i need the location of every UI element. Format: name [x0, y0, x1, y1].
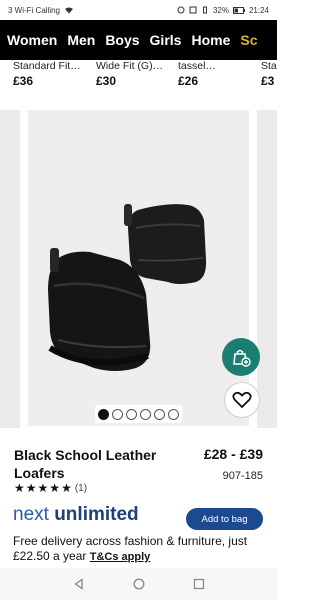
alarm-icon — [177, 6, 185, 14]
star-icon: ★ — [49, 481, 61, 495]
heart-icon — [232, 391, 252, 409]
product-image-gallery[interactable] — [0, 98, 277, 428]
previous-image-peek[interactable] — [0, 110, 20, 428]
nav-women[interactable]: Women — [7, 32, 57, 48]
system-navigation-bar — [0, 568, 277, 600]
related-product-card[interactable]: Standard Fit… £36 — [13, 60, 93, 88]
wifi-icon — [65, 7, 74, 14]
product-title: Black School Leather Loafers — [14, 447, 157, 481]
star-icon: ★ — [25, 481, 37, 495]
status-left: 3 Wi-Fi Calling — [8, 6, 74, 15]
nav-girls[interactable]: Girls — [150, 32, 182, 48]
nfc-icon — [189, 6, 197, 14]
nav-home[interactable]: Home — [191, 32, 230, 48]
nav-men[interactable]: Men — [67, 32, 95, 48]
next-unlimited-logo: next unlimited — [13, 504, 139, 526]
product-rating[interactable]: ★ ★ ★ ★ ★ (1) — [14, 482, 87, 494]
related-product-card[interactable]: Sta £3 — [261, 60, 277, 88]
add-unlimited-to-bag-button[interactable]: Add to bag — [186, 508, 263, 530]
image-pagination-dots — [95, 405, 182, 423]
brand-next: next — [13, 504, 55, 525]
pagination-dot[interactable] — [140, 408, 151, 420]
home-icon[interactable] — [133, 578, 145, 590]
pagination-dot[interactable] — [126, 408, 137, 420]
shoes-illustration — [48, 204, 207, 371]
star-icon: ★ — [37, 481, 49, 495]
related-product-card[interactable]: tassel… £26 — [178, 60, 258, 88]
product-price: £28 - £39 — [203, 446, 263, 462]
status-bar: 3 Wi-Fi Calling 32% 21:24 — [0, 0, 277, 20]
add-to-bag-fab[interactable] — [222, 338, 260, 376]
category-nav: Women Men Boys Girls Home Sc — [0, 20, 277, 60]
related-product-price: £3 — [261, 74, 275, 88]
rating-count: (1) — [74, 482, 88, 494]
product-code: 907-185 — [222, 470, 263, 482]
battery-percent: 32% — [212, 5, 229, 15]
related-product-title: Sta — [261, 60, 277, 72]
brand-unlimited: unlimited — [54, 504, 139, 525]
pagination-dot[interactable] — [98, 408, 109, 420]
clock: 21:24 — [248, 5, 269, 15]
pagination-dot[interactable] — [112, 408, 123, 420]
star-icon: ★ — [61, 481, 72, 495]
related-product-price: £26 — [178, 74, 199, 88]
related-product-title: tassel… — [178, 60, 216, 72]
star-icon: ★ — [14, 481, 25, 495]
product-image[interactable] — [28, 110, 249, 426]
nav-school[interactable]: Sc — [240, 32, 257, 48]
related-product-title: Wide Fit (G)… — [96, 60, 164, 72]
nav-boys[interactable]: Boys — [105, 32, 139, 48]
pagination-dot[interactable] — [154, 408, 165, 420]
unlimited-description: Free delivery across fashion & furniture… — [13, 534, 269, 565]
favourite-button[interactable] — [224, 382, 260, 418]
next-unlimited-promo: next unlimited Add to bag Free delivery … — [0, 504, 277, 564]
shopping-bag-plus-icon — [233, 349, 251, 367]
vibrate-icon — [202, 6, 207, 14]
related-product-title: Standard Fit… — [13, 60, 81, 72]
back-icon[interactable] — [73, 578, 85, 590]
related-product-card[interactable]: Wide Fit (G)… £30 — [96, 60, 176, 88]
related-products-carousel: Standard Fit… £36 Wide Fit (G)… £30 tass… — [0, 60, 277, 98]
status-right: 32% 21:24 — [177, 6, 269, 15]
next-image-peek[interactable] — [257, 110, 277, 428]
tcs-apply-link[interactable]: T&Cs apply — [90, 551, 151, 563]
pagination-dot[interactable] — [168, 408, 179, 420]
recents-icon[interactable] — [193, 578, 205, 590]
battery-icon — [232, 6, 245, 14]
related-product-price: £36 — [13, 74, 34, 88]
related-product-price: £30 — [96, 74, 117, 88]
carrier-text: 3 Wi-Fi Calling — [8, 5, 61, 15]
